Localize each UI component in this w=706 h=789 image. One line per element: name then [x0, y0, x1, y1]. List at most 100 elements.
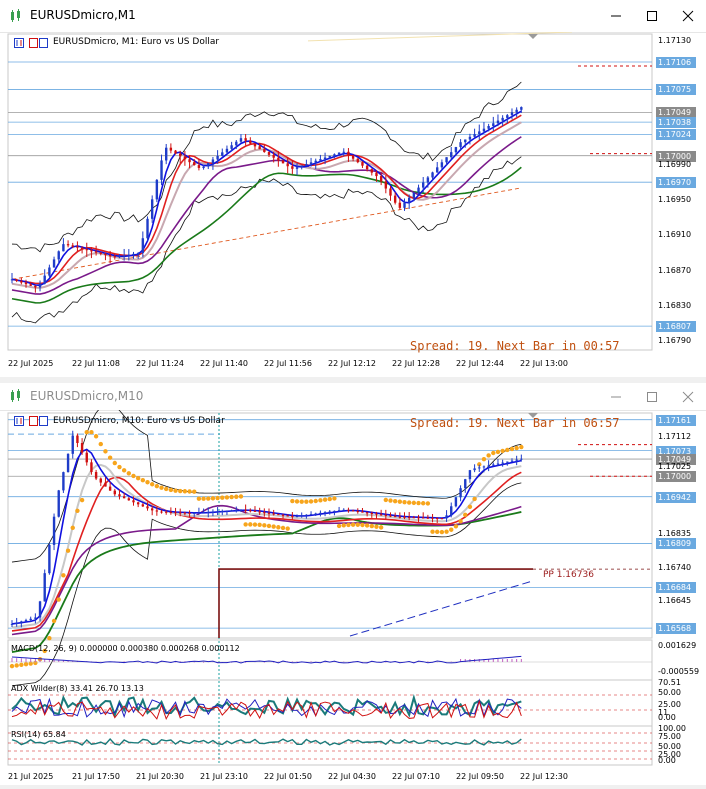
sar-dot	[360, 522, 365, 528]
candle-body	[71, 435, 74, 454]
candle-body	[150, 199, 154, 219]
candle-body	[230, 145, 233, 149]
sar-dot	[215, 495, 220, 501]
candle-body	[356, 158, 359, 163]
candle-body	[94, 251, 98, 253]
candle-body	[506, 115, 509, 118]
candle-body	[239, 138, 243, 142]
candle-body	[104, 482, 107, 487]
candle-body	[15, 279, 18, 281]
candle-body	[384, 181, 388, 189]
price-chart-m10[interactable]: EURUSDmicro, M10: Euro vs US Dollar Spre…	[0, 404, 706, 789]
sar-dot	[514, 445, 519, 451]
sar-dot	[159, 485, 164, 490]
macd-scale-top: 0.001629	[658, 641, 697, 650]
macd-scale-bottom: -0.000559	[658, 667, 700, 676]
candle-body	[445, 157, 448, 163]
title-bar[interactable]: EURUSDmicro,M1	[0, 0, 706, 33]
price-tag: 1.17000	[656, 471, 696, 483]
sar-dot	[23, 661, 29, 667]
time-axis-label: 22 Jul 07:10	[392, 772, 440, 781]
sar-dot	[121, 468, 127, 473]
candle-body	[365, 165, 369, 170]
chart-canvas-m10[interactable]	[0, 404, 706, 785]
time-axis-label: 22 Jul 2025	[8, 359, 54, 368]
time-axis-label: 22 Jul 13:00	[520, 359, 568, 368]
candle-body	[141, 504, 145, 507]
sar-dot	[425, 501, 431, 506]
rsi-scale-label: 75.00	[658, 732, 681, 741]
price-axis-label: 1.16740	[658, 562, 692, 572]
candle-body	[221, 510, 224, 512]
chart-window-m1[interactable]: EURUSDmicro,M1 EURUSDmicro, M1: Euro vs …	[0, 0, 706, 377]
sar-dot	[65, 548, 71, 553]
title-bar[interactable]: EURUSDmicro,M10	[0, 383, 706, 411]
candle-body	[253, 143, 257, 147]
candle-body	[62, 244, 65, 252]
candle-body	[253, 510, 257, 512]
sar-dot	[313, 498, 318, 504]
candle-body	[183, 156, 187, 160]
candle-body	[62, 472, 65, 491]
sar-dot	[369, 523, 374, 529]
candle-body	[431, 172, 434, 178]
candle-body	[501, 117, 504, 121]
indicator-icon	[29, 38, 48, 48]
candle-body	[333, 154, 336, 156]
candle-body	[244, 138, 247, 141]
sar-dot	[416, 500, 421, 506]
minimize-icon	[611, 15, 621, 17]
time-axis-label: 21 Jul 20:30	[136, 772, 184, 781]
maximize-button[interactable]	[634, 4, 670, 28]
chart-window-m10[interactable]: EURUSDmicro,M10 EURUSDmicro, M10: Euro v…	[0, 383, 706, 785]
minimize-button[interactable]	[598, 4, 634, 28]
sar-dot	[430, 529, 435, 534]
sar-dot	[304, 499, 309, 504]
minimize-button[interactable]	[598, 385, 634, 409]
close-button[interactable]	[670, 385, 706, 409]
bollinger-band	[11, 482, 522, 687]
candlestick-icon	[11, 9, 20, 22]
chart-canvas-m1[interactable]	[0, 31, 706, 377]
candle-body	[482, 128, 486, 132]
candle-body	[207, 162, 210, 167]
candle-body	[160, 511, 163, 513]
candle-body	[221, 152, 224, 156]
candle-body	[459, 142, 462, 148]
close-button[interactable]	[670, 4, 706, 28]
candle-body	[426, 517, 430, 519]
candle-body	[20, 280, 23, 283]
candle-body	[188, 512, 191, 514]
sar-dot	[392, 498, 398, 504]
candlestick-icon	[11, 389, 20, 402]
candle-body	[118, 256, 121, 258]
sar-dot	[103, 449, 108, 454]
sar-dot	[61, 573, 66, 578]
candle-body	[506, 461, 509, 463]
candle-body	[235, 141, 238, 146]
close-icon	[682, 10, 694, 22]
price-chart-m1[interactable]: EURUSDmicro, M1: Euro vs US Dollar Sprea…	[0, 31, 706, 381]
sar-dot	[19, 662, 24, 668]
candle-body	[211, 159, 215, 163]
candle-body	[379, 514, 383, 516]
candle-body	[29, 284, 32, 286]
sar-dot	[154, 483, 160, 489]
sar-dot	[495, 449, 501, 455]
time-axis-label: 22 Jul 11:40	[200, 359, 248, 368]
moving-average	[11, 114, 522, 285]
maximize-button[interactable]	[634, 385, 670, 409]
sar-dot	[467, 504, 473, 509]
candle-body	[314, 160, 317, 163]
candle-body	[515, 459, 518, 461]
time-axis-label: 21 Jul 17:50	[72, 772, 120, 781]
candle-body	[277, 514, 280, 516]
candle-body	[43, 275, 46, 284]
sar-dot	[107, 455, 113, 460]
candle-body	[314, 513, 317, 515]
sar-dot	[47, 635, 52, 641]
price-axis-label: 1.16870	[658, 265, 692, 275]
candle-body	[169, 147, 173, 151]
candle-body	[450, 506, 453, 516]
candle-body	[389, 188, 392, 196]
